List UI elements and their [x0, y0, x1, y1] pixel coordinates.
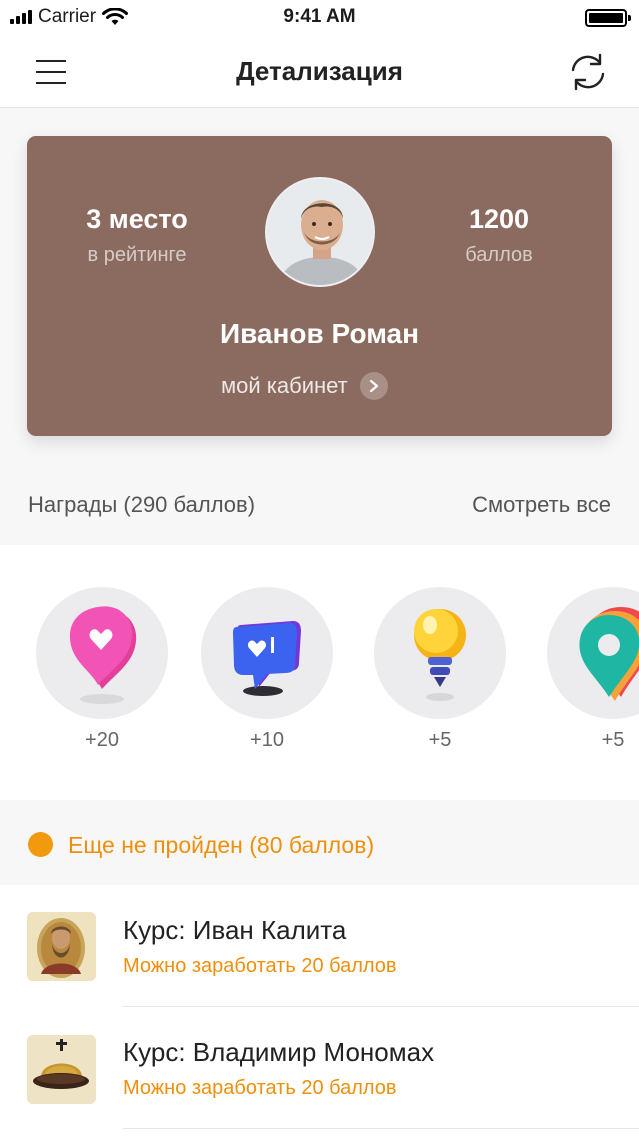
course-subtitle: Можно заработать 20 баллов	[123, 955, 397, 977]
course-subtitle: Можно заработать 20 баллов	[123, 1077, 397, 1099]
awards-title: Награды (290 баллов)	[28, 492, 256, 517]
avatar	[265, 177, 375, 287]
refresh-button[interactable]	[565, 50, 611, 94]
status-section-header: Еще не пройден (80 баллов)	[0, 800, 639, 885]
award-badge[interactable]: +5	[547, 587, 639, 752]
course-title: Курс: Иван Калита	[123, 915, 347, 945]
heart-bubble-icon	[36, 587, 168, 719]
cabinet-label: мой кабинет	[221, 373, 348, 398]
status-time: 9:41 AM	[283, 6, 356, 27]
status-text: Еще не пройден (80 баллов)	[68, 832, 375, 858]
cabinet-link[interactable]: мой кабинет	[221, 370, 388, 402]
points-value: 1200	[468, 204, 530, 234]
list-item[interactable]: Курс: Иван Калита Можно заработать 20 ба…	[0, 885, 639, 1007]
award-points: +20	[85, 729, 119, 751]
points-label: баллов	[465, 244, 533, 266]
points-stat: 1200 баллов	[409, 202, 589, 267]
nav-bar: Детализация	[0, 36, 639, 108]
see-all-link[interactable]: Смотреть все	[472, 492, 611, 518]
course-title: Курс: Владимир Мономах	[123, 1037, 435, 1067]
chevron-right-icon	[359, 372, 388, 400]
profile-card: 3 место в рейтинге 1200 баллов Иванов Ро…	[27, 136, 612, 436]
status-bar: Carrier 9:41 AM	[0, 0, 639, 36]
list-item[interactable]: Курс: Владимир Мономах Можно заработать …	[0, 1007, 639, 1129]
award-badge[interactable]: +10	[201, 587, 333, 752]
notification-bubble-icon	[201, 587, 333, 719]
divider	[123, 1128, 639, 1129]
crown-cap-thumbnail	[27, 1035, 96, 1104]
light-bulb-icon	[374, 587, 506, 719]
avatar-image	[267, 179, 373, 285]
award-points: +10	[250, 729, 284, 751]
location-pin-icon	[547, 587, 639, 719]
page-title: Детализация	[236, 56, 403, 86]
awards-strip[interactable]: +20 +10 +5 +5	[0, 545, 639, 800]
course-list: Курс: Иван Калита Можно заработать 20 ба…	[0, 885, 639, 1136]
rank-value: 3 место	[86, 204, 188, 234]
status-dot-icon	[28, 832, 53, 857]
award-badge[interactable]: +20	[36, 587, 168, 752]
rank-stat: 3 место в рейтинге	[47, 202, 227, 267]
rank-label: в рейтинге	[87, 244, 187, 266]
award-points: +5	[428, 729, 452, 751]
award-points: +5	[601, 729, 625, 751]
battery-icon	[585, 9, 631, 27]
award-badge[interactable]: +5	[374, 587, 506, 752]
icon-portrait-thumbnail	[27, 912, 96, 981]
refresh-icon	[571, 53, 605, 91]
profile-name: Иванов Роман	[219, 318, 420, 349]
